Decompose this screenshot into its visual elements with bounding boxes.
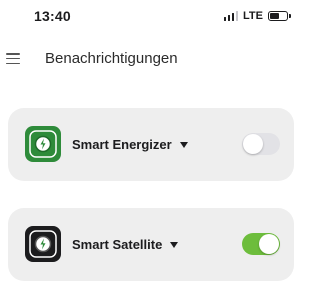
status-indicators: LTE <box>223 10 291 22</box>
status-time: 13:40 <box>34 8 71 24</box>
toggle-knob <box>259 234 279 254</box>
hamburger-menu-icon[interactable] <box>6 53 20 64</box>
toggle-knob <box>243 134 263 154</box>
smart-satellite-icon <box>25 226 61 262</box>
page-title: Benachrichtigungen <box>45 50 178 67</box>
nav-bar: Benachrichtigungen <box>0 40 305 76</box>
status-bar: 13:40 LTE <box>0 0 305 34</box>
network-type: LTE <box>243 10 263 22</box>
caret-down-icon <box>179 142 188 148</box>
device-selector-smart-energizer[interactable]: Smart Energizer <box>72 137 188 152</box>
notifications-toggle-smart-satellite[interactable] <box>242 233 280 255</box>
battery-icon <box>268 11 291 21</box>
device-card-smart-energizer: Smart Energizer <box>8 108 294 181</box>
smart-energizer-icon <box>25 126 61 162</box>
device-name: Smart Satellite <box>72 237 163 252</box>
device-name: Smart Energizer <box>72 137 172 152</box>
device-selector-smart-satellite[interactable]: Smart Satellite <box>72 237 179 252</box>
notifications-toggle-smart-energizer[interactable] <box>242 133 280 155</box>
caret-down-icon <box>170 242 179 248</box>
device-card-smart-satellite: Smart Satellite <box>8 208 294 281</box>
signal-icon <box>223 11 239 21</box>
